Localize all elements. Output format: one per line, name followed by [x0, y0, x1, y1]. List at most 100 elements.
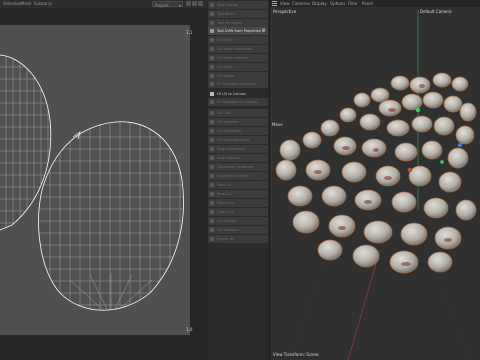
- mirror-icon: [210, 38, 214, 42]
- view-transform-label: View Transform: Scene: [273, 352, 319, 357]
- tool-orient-uv[interactable]: Orient UV: [208, 208, 268, 216]
- rectangle-icon: [210, 138, 214, 142]
- move-label: Move: [272, 122, 283, 127]
- fit-canvas-icon: [210, 92, 214, 96]
- tool-uv-grid[interactable]: UV Grid: [208, 109, 268, 117]
- tool-align-horizontal[interactable]: Align Horizontal: [208, 145, 268, 153]
- tool-match-uv[interactable]: Match UV: [208, 199, 268, 207]
- tool-label: Distribute Vertical: [217, 174, 249, 178]
- hand-icon[interactable]: [186, 1, 191, 6]
- tool-label: Tool UVW from Projection: [217, 29, 262, 33]
- tool-label: Pack UV: [217, 183, 232, 187]
- tool-label: Tool Relax: [217, 12, 235, 16]
- tool-distribute-vertical[interactable]: Distribute Vertical: [208, 172, 268, 180]
- tool-label: UV Grid: [217, 111, 231, 115]
- export-icon: [210, 237, 214, 241]
- frame-icon[interactable]: [198, 1, 203, 6]
- section-fit-uv-to-canvas[interactable]: Fit UV to Canvas: [208, 90, 268, 98]
- gear-icon[interactable]: ⚙: [262, 28, 266, 34]
- pack-icon: [210, 183, 214, 187]
- tool-label: Tool Pin Edges: [217, 21, 242, 25]
- stack-icon: [210, 192, 214, 196]
- tool-align-vertical[interactable]: Align Vertical: [208, 154, 268, 162]
- uv-corner-label-top: 1,1: [186, 30, 193, 35]
- project-select[interactable]: Project ▾: [152, 1, 183, 8]
- tool-fit-selection-canvas[interactable]: Fit Selection to Canvas: [208, 98, 268, 106]
- tool-label: Fit Selection to Canvas: [217, 100, 257, 104]
- tool-pack-uv[interactable]: Pack UV: [208, 181, 268, 189]
- orient-icon: [210, 210, 214, 214]
- tool-uv-mirror-horizontal[interactable]: UV Mirror Horizontal: [208, 45, 268, 53]
- align-v-icon: [210, 156, 214, 160]
- menu-subsurry[interactable]: Subsurry: [34, 0, 52, 8]
- viewport-panel[interactable]: View Cameras Display Options Filter Pane…: [269, 0, 480, 360]
- tool-label: Align Horizontal: [217, 147, 245, 151]
- camera-name[interactable]: Default Camera: [420, 9, 452, 14]
- tool-label: UV Mirror Vertical: [217, 56, 248, 60]
- pin-icon: [210, 21, 214, 25]
- mirror-v-icon: [210, 56, 214, 60]
- projection-icon: [210, 29, 214, 33]
- section-header-label: Fit UV to Canvas: [217, 92, 246, 96]
- checker-icon: [210, 219, 214, 223]
- tool-uv-mirror[interactable]: UV Mirror: [208, 36, 268, 44]
- tool-uv-rectangularize[interactable]: UV Rectangularize: [208, 136, 268, 144]
- tool-export-uv[interactable]: Export UV: [208, 235, 268, 243]
- viewport-name[interactable]: Perspective: [273, 9, 296, 14]
- unwrap-icon: [210, 3, 214, 7]
- tool-uvw-from-projection[interactable]: Tool UVW from Projection ⚙: [208, 27, 268, 35]
- tool-pin-edges[interactable]: Tool Pin Edges: [208, 19, 268, 27]
- statistics-icon: [210, 228, 214, 232]
- match-icon: [210, 201, 214, 205]
- viewport-scene[interactable]: [270, 0, 480, 360]
- tool-uv-mirror-vertical[interactable]: UV Mirror Vertical: [208, 54, 268, 62]
- align-h-icon: [210, 147, 214, 151]
- tool-stack-uv[interactable]: Stack UV: [208, 190, 268, 198]
- tool-label: Tool Unwrap: [217, 3, 239, 7]
- tool-label: UV Mirror: [217, 38, 234, 42]
- tool-uv-scale[interactable]: UV Scale: [208, 63, 268, 71]
- tool-uv-quantize[interactable]: UV Quantize: [208, 118, 268, 126]
- tool-label: UV Statistics: [217, 228, 240, 232]
- tool-label: Distribute Horizontal: [217, 165, 254, 169]
- zoom-icon[interactable]: [192, 1, 197, 6]
- menu-selection[interactable]: Selection: [3, 0, 21, 8]
- distribute-h-icon: [210, 165, 214, 169]
- straighten-icon: [210, 129, 214, 133]
- uv-menubar: Selection Mesh Subsurry Project ▾: [0, 0, 207, 8]
- uv-corner-label-bottom: 1,0: [186, 327, 193, 332]
- tool-relax[interactable]: Tool Relax: [208, 10, 268, 18]
- tool-label: Match UV: [217, 201, 234, 205]
- tool-label: UV Quantize: [217, 120, 239, 124]
- tool-label: UV Mirror Horizontal: [217, 47, 253, 51]
- scale-icon: [210, 65, 214, 69]
- uv-editor-panel: Selection Mesh Subsurry Project ▾ 1,1 1,…: [0, 0, 207, 360]
- tool-label: UV Straighten: [217, 129, 242, 133]
- tool-label: UV Checker: [217, 219, 238, 223]
- tool-unwrap[interactable]: Tool Unwrap: [208, 1, 268, 9]
- tool-fit-to-region[interactable]: Fit Selection to Region: [208, 80, 268, 88]
- tool-uv-checker[interactable]: UV Checker: [208, 217, 268, 225]
- fit-region-icon: [210, 82, 214, 86]
- tool-label: Orient UV: [217, 210, 234, 214]
- tool-label: UV Rotate: [217, 74, 235, 78]
- fit-selection-icon: [210, 100, 214, 104]
- tool-uv-straighten[interactable]: UV Straighten: [208, 127, 268, 135]
- tool-uv-rotate[interactable]: UV Rotate: [208, 72, 268, 80]
- rotate-icon: [210, 74, 214, 78]
- uv-tools-column: Tool Unwrap Tool Relax Tool Pin Edges To…: [207, 0, 269, 360]
- quantize-icon: [210, 120, 214, 124]
- uv-canvas[interactable]: 1,1 1,0: [0, 25, 193, 335]
- tool-label: Align Vertical: [217, 156, 240, 160]
- menu-mesh[interactable]: Mesh: [21, 0, 32, 8]
- grid-icon: [210, 111, 214, 115]
- tool-label: UV Rectangularize: [217, 138, 250, 142]
- tool-distribute-horizontal[interactable]: Distribute Horizontal: [208, 163, 268, 171]
- mirror-h-icon: [210, 47, 214, 51]
- tool-label: Export UV: [217, 237, 235, 241]
- uv-wireframe: [0, 54, 184, 311]
- tool-label: Stack UV: [217, 192, 233, 196]
- tool-label: Fit Selection to Region: [217, 82, 257, 86]
- distribute-v-icon: [210, 174, 214, 178]
- tool-uv-statistics[interactable]: UV Statistics: [208, 226, 268, 234]
